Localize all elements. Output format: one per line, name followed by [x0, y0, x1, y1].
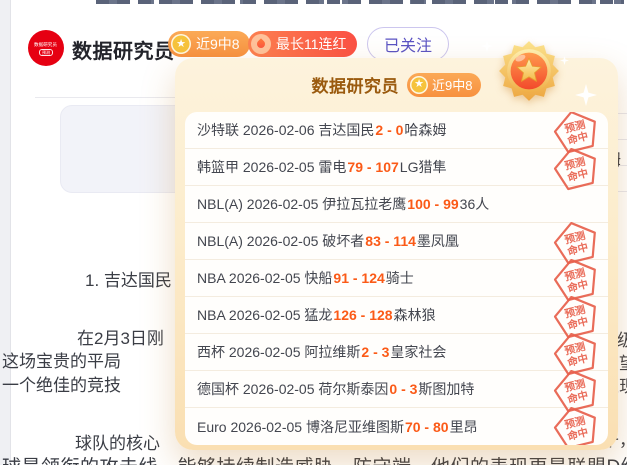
match-score: 0 - 3 — [389, 381, 417, 397]
prediction-row: 沙特联 2026-02-06 吉达国民2 - 0哈森姆 预测 命中 — [185, 112, 608, 149]
away-team: 斯图加特 — [418, 379, 474, 399]
screen: 数据研究员 预测 数据研究员 ★ 近9中8 最长11连红 已关注 1. 吉达国民… — [0, 0, 627, 465]
away-team: 哈森姆 — [404, 120, 446, 140]
article-line: 一个绝佳的竞技 — [2, 371, 121, 396]
followed-button[interactable]: 已关注 — [367, 27, 449, 61]
badge-win-streak: 最长11连红 — [248, 31, 357, 57]
popup-badge-recent-hits: ★ 近9中8 — [407, 73, 481, 97]
prediction-row: NBA 2026-02-05 快船91 - 124骑士 预测 命中 — [185, 260, 608, 297]
gold-medal-icon — [498, 40, 560, 102]
prediction-row: NBL(A) 2026-02-05 伊拉瓦拉老鹰100 - 9936人 — [185, 186, 608, 223]
prediction-row: Euro 2026-02-05 博洛尼亚维图斯70 - 80里昂 预测 命中 — [185, 408, 608, 445]
prediction-list: 沙特联 2026-02-06 吉达国民2 - 0哈森姆 预测 命中 韩篮甲 20… — [185, 112, 608, 445]
match-meta: 西杯 2026-02-05 阿拉维斯 — [197, 342, 360, 362]
match-meta: NBA 2026-02-05 快船 — [197, 268, 332, 288]
match-meta: 韩篮甲 2026-02-05 雷电 — [197, 157, 346, 177]
away-team: 骑士 — [386, 268, 414, 288]
away-team: 36人 — [460, 194, 490, 214]
star-icon: ★ — [410, 76, 428, 94]
match-meta: NBA 2026-02-05 猛龙 — [197, 305, 332, 325]
prediction-row: 韩篮甲 2026-02-05 雷电79 - 107LG猎隼 预测 命中 — [185, 149, 608, 186]
article-line: 这场宝贵的平局 — [2, 347, 121, 372]
prediction-row: 西杯 2026-02-05 阿拉维斯2 - 3皇家社会 预测 命中 — [185, 334, 608, 371]
article-bottom-line: 球是领衔的攻击线，能够持续制造威胁，防守端，他们的表现更是联盟D级水 — [2, 452, 627, 465]
clipped-headline — [96, 0, 624, 4]
match-score: 126 - 128 — [333, 307, 392, 323]
match-score: 83 - 114 — [365, 233, 416, 249]
away-team: LG猎隼 — [400, 157, 447, 177]
predictions-popup: 数据研究员 ★ 近9中8 沙特联 2026-02-06 吉达国民2 - 0哈森姆… — [175, 58, 618, 450]
match-score: 100 - 99 — [407, 196, 458, 212]
badge-recent-hits-label: 近9中8 — [196, 34, 240, 54]
star-icon: ★ — [171, 34, 191, 54]
match-meta: 德国杯 2026-02-05 荷尔斯泰因 — [197, 379, 388, 399]
away-team: 森林狼 — [394, 305, 436, 325]
avatar[interactable]: 数据研究员 预测 — [28, 30, 64, 66]
match-meta: NBL(A) 2026-02-05 伊拉瓦拉老鹰 — [197, 194, 406, 214]
match-score: 91 - 124 — [333, 270, 384, 286]
match-score: 2 - 0 — [375, 122, 403, 138]
prediction-row: NBA 2026-02-05 猛龙126 - 128森林狼 预测 命中 — [185, 297, 608, 334]
match-score: 79 - 107 — [347, 159, 398, 175]
prediction-row: 德国杯 2026-02-05 荷尔斯泰因0 - 3斯图加特 预测 命中 — [185, 371, 608, 408]
profile-name: 数据研究员 — [72, 35, 175, 64]
match-score: 70 - 80 — [405, 419, 449, 435]
match-meta: NBL(A) 2026-02-05 破坏者 — [197, 231, 364, 251]
fire-icon — [251, 34, 271, 54]
article-heading: 1. 吉达国民 — [85, 266, 172, 291]
avatar-text: 数据研究员 — [34, 41, 57, 47]
match-meta: Euro 2026-02-05 博洛尼亚维图斯 — [197, 417, 404, 437]
match-score: 2 - 3 — [361, 344, 389, 360]
away-team: 墨凤凰 — [417, 231, 459, 251]
away-team: 皇家社会 — [390, 342, 446, 362]
away-team: 里昂 — [450, 417, 478, 437]
avatar-subtext: 预测 — [39, 49, 53, 56]
popup-badge-label: 近9中8 — [432, 75, 472, 94]
article-line: 球队的核心 — [75, 429, 160, 454]
prediction-row: NBL(A) 2026-02-05 破坏者83 - 114墨凤凰 预测 命中 — [185, 223, 608, 260]
badge-recent-hits: ★ 近9中8 — [168, 31, 250, 57]
badge-win-streak-label: 最长11连红 — [276, 34, 347, 54]
match-meta: 沙特联 2026-02-06 吉达国民 — [197, 120, 374, 140]
sparkle-icon — [481, 40, 493, 52]
popup-title: 数据研究员 — [312, 72, 400, 97]
article-line: 在2月3日刚 — [77, 324, 164, 349]
